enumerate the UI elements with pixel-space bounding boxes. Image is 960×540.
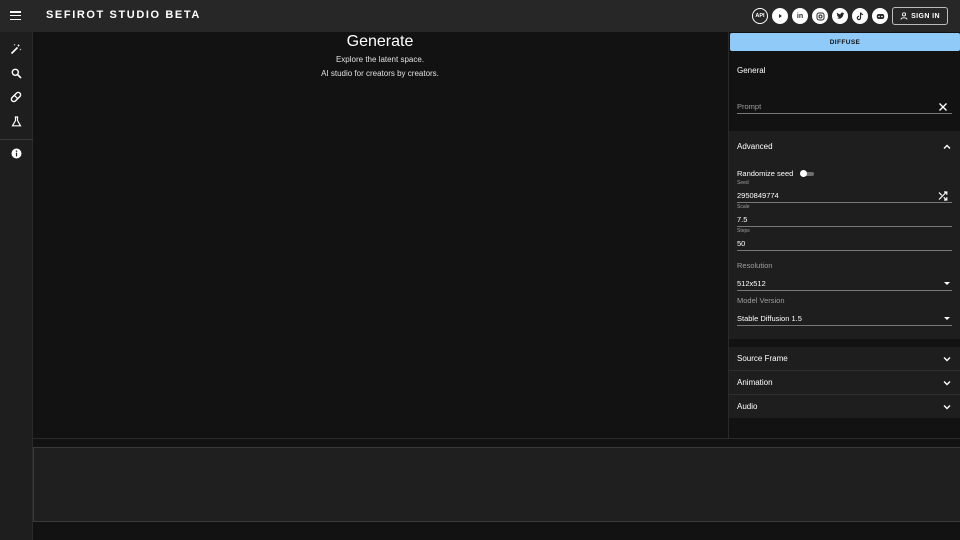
discord-icon[interactable]: [872, 8, 888, 24]
seed-underline: [737, 202, 952, 203]
sidebar-divider: [0, 139, 33, 140]
top-app-bar: SEFIROT STUDIO BETA API in SIGN IN: [0, 0, 960, 32]
magic-wand-icon[interactable]: [9, 42, 23, 56]
model-version-select[interactable]: Stable Diffusion 1.5: [737, 314, 802, 323]
output-panel: [33, 447, 960, 522]
model-version-underline: [737, 325, 952, 326]
diffuse-button[interactable]: DIFFUSE: [730, 33, 960, 51]
steps-label: Steps: [737, 228, 750, 234]
randomize-seed-label: Randomize seed: [737, 169, 794, 178]
audio-section-title[interactable]: Audio: [737, 402, 757, 411]
animation-section-title[interactable]: Animation: [737, 378, 773, 387]
steps-input[interactable]: 50: [737, 239, 745, 248]
page-subtitle: Explore the latent space.: [335, 55, 425, 64]
pill-icon[interactable]: [9, 90, 23, 104]
source-frame-section-title[interactable]: Source Frame: [737, 354, 788, 363]
advanced-section-title[interactable]: Advanced: [737, 142, 773, 151]
scale-underline: [737, 226, 952, 227]
resolution-select[interactable]: 512x512: [737, 279, 766, 288]
api-label: API: [755, 13, 765, 19]
info-icon[interactable]: [9, 146, 23, 160]
model-version-dropdown-icon[interactable]: [944, 317, 950, 320]
page-tagline: AI studio for creators by creators.: [321, 69, 439, 78]
sidebar: [0, 32, 33, 540]
divider: [33, 438, 960, 439]
model-version-label: Model Version: [737, 296, 785, 305]
accordion-divider: [729, 394, 960, 395]
advanced-section: Advanced Randomize seed Seed 2950849774 …: [729, 131, 960, 339]
steps-underline: [737, 250, 952, 251]
clear-icon[interactable]: [938, 102, 948, 112]
seed-input[interactable]: 2950849774: [737, 191, 779, 200]
youtube-icon[interactable]: [772, 8, 788, 24]
prompt-underline: [737, 113, 952, 114]
chevron-down-icon[interactable]: [943, 403, 951, 411]
page-title: Generate: [346, 33, 414, 50]
menu-icon[interactable]: [9, 9, 23, 23]
api-icon[interactable]: API: [752, 8, 768, 24]
resolution-underline: [737, 290, 952, 291]
scale-input[interactable]: 7.5: [737, 215, 747, 224]
resolution-label: Resolution: [737, 261, 773, 270]
resolution-dropdown-icon[interactable]: [944, 282, 950, 285]
sign-in-label: SIGN IN: [911, 12, 940, 20]
chevron-up-icon[interactable]: [943, 143, 951, 151]
general-section-title: General: [737, 66, 766, 75]
twitter-icon[interactable]: [832, 8, 848, 24]
chevron-down-icon[interactable]: [943, 379, 951, 387]
app-title: SEFIROT STUDIO BETA: [46, 9, 201, 21]
scale-label: Scale: [737, 204, 750, 210]
collapsed-sections: Source Frame Animation Audio: [729, 347, 960, 418]
shuffle-icon[interactable]: [938, 191, 948, 201]
search-icon[interactable]: [9, 66, 23, 80]
instagram-icon[interactable]: [812, 8, 828, 24]
accordion-divider: [729, 370, 960, 371]
randomize-seed-toggle[interactable]: [800, 170, 814, 177]
chevron-down-icon[interactable]: [943, 355, 951, 363]
sign-in-button[interactable]: SIGN IN: [892, 7, 948, 25]
settings-panel: DIFFUSE General Prompt Advanced Randomiz…: [728, 32, 960, 438]
person-icon: [900, 12, 908, 20]
flask-icon[interactable]: [9, 114, 23, 128]
seed-label: Seed: [737, 180, 749, 186]
linkedin-icon[interactable]: in: [792, 8, 808, 24]
prompt-input[interactable]: Prompt: [737, 102, 761, 111]
tiktok-icon[interactable]: [852, 8, 868, 24]
